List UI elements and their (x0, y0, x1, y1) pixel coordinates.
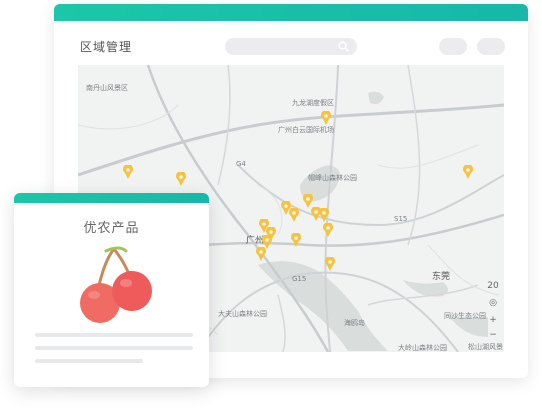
map-pin-icon[interactable] (288, 208, 300, 223)
card-title: 优农产品 (83, 221, 140, 236)
map-label-jiulong: 九龙湖度假区 (292, 99, 334, 107)
map-label-dongguan: 东莞 (432, 272, 451, 282)
map-pin-icon[interactable] (175, 172, 187, 187)
map-label-haiou: 海鸥岛 (344, 319, 365, 327)
text-placeholder-line-3 (35, 359, 143, 363)
text-placeholder-line-2 (35, 346, 193, 350)
zoom-out-button[interactable]: − (486, 328, 500, 342)
map-pin-icon[interactable] (290, 233, 302, 248)
map-pin-icon[interactable] (320, 111, 332, 126)
locate-button[interactable]: ◎ (486, 296, 500, 310)
map-label-nanshan: 南丹山风景区 (86, 84, 128, 92)
text-placeholder-line-1 (35, 333, 193, 337)
cherry-icon (80, 246, 152, 323)
map-label-road-s15: S15 (394, 215, 408, 223)
map-label-tongsha: 同沙生态公园 (444, 312, 486, 320)
map-label-airport: 广州白云国际机场 (278, 126, 334, 134)
panel-header-bar (54, 4, 528, 21)
map-pin-icon[interactable] (324, 257, 336, 272)
page-title: 区域管理 (80, 40, 133, 54)
map-label-road-g15: G15 (292, 275, 307, 283)
map-label-maofeng: 帽峰山森林公园 (308, 174, 357, 182)
map-pin-icon[interactable] (255, 247, 267, 262)
map-label-dafu: 大夫山森林公园 (218, 310, 267, 318)
map-label-road-g4: G4 (236, 160, 246, 168)
search-icon (338, 41, 349, 52)
map-label-songshan: 松山湖风景 (468, 343, 503, 351)
card-header-bar (14, 193, 209, 203)
zoom-level: 20 (487, 281, 499, 291)
map-pin-icon[interactable] (318, 208, 330, 223)
map-label-dalingshan: 大岭山森林公园 (398, 344, 447, 352)
toolbar-button-1[interactable] (439, 38, 467, 55)
map-pin-icon[interactable] (122, 165, 134, 180)
search-input[interactable] (225, 38, 357, 55)
zoom-in-button[interactable]: + (486, 313, 500, 327)
toolbar-button-2[interactable] (477, 38, 505, 55)
map-pin-icon[interactable] (462, 165, 474, 180)
map-pin-icon[interactable] (322, 223, 334, 238)
product-card[interactable]: 优农产品 (14, 193, 209, 387)
